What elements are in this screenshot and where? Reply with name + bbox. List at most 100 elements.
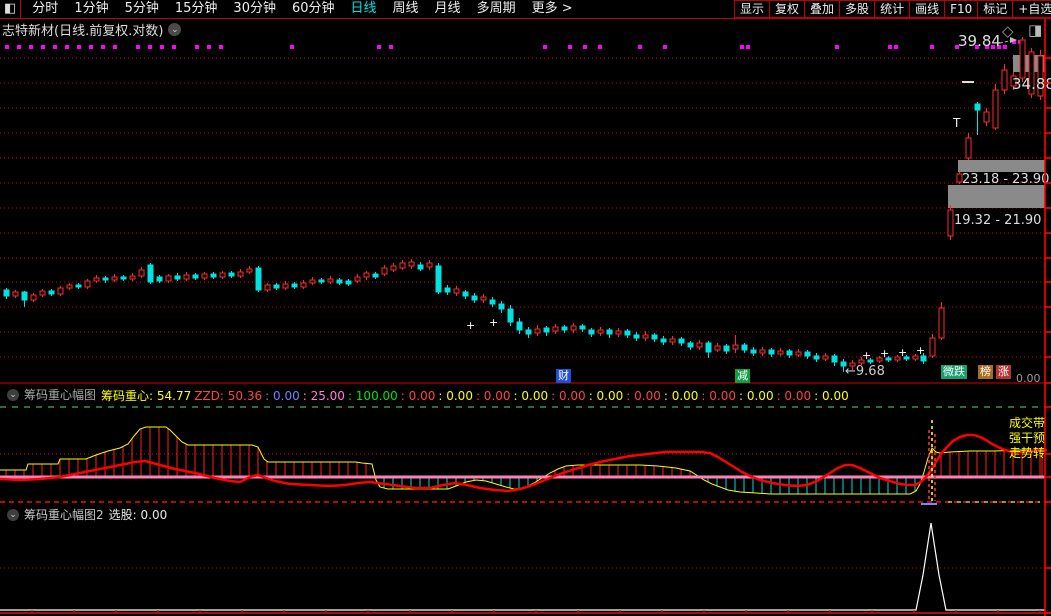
indicator-value: : 0.00 [401, 389, 436, 403]
chevron-down-icon[interactable]: ⌄ [168, 23, 181, 36]
period-item[interactable]: 5分钟 [117, 0, 167, 18]
panel1-header: ⌄ 筹码重心幅图 筹码重心: 54.77ZZD: 50.36: 0.00: 25… [2, 385, 852, 404]
right-axis [1045, 19, 1051, 616]
indicator-value: : 0.00 [626, 389, 661, 403]
t-marker: T [952, 116, 961, 130]
panel1-name[interactable]: 筹码重心幅图 [24, 386, 96, 403]
candle [454, 289, 459, 293]
period-item[interactable]: 分时 [24, 0, 66, 18]
candle [607, 330, 612, 334]
panel1-collapse-icon[interactable]: ⌄ [7, 389, 19, 401]
toolbar-button[interactable]: 标记 [977, 0, 1013, 18]
candle [769, 350, 774, 354]
indicator2-layer [0, 523, 1051, 613]
layout-toggle-icon[interactable]: ◧ [4, 0, 16, 18]
plus-marker: + [489, 316, 498, 329]
indicator-value: : 0.00 [265, 389, 300, 403]
candles-layer [4, 37, 1043, 372]
panel1-indicator-values: 筹码重心: 54.77ZZD: 50.36: 0.00: 25.00: 100.… [101, 385, 852, 404]
candle [40, 291, 45, 295]
candle [238, 272, 243, 276]
candle [67, 285, 72, 288]
candle [535, 329, 540, 333]
period-item[interactable]: 更多 > [524, 0, 581, 18]
candle [166, 276, 171, 281]
candle [85, 281, 90, 287]
period-item[interactable]: 30分钟 [225, 0, 284, 18]
stock-title: 志特新材(日线.前复权.对数) [2, 20, 163, 39]
candle [589, 330, 594, 334]
tdx-app-window: 39.8434.88←9.6823.18 - 23.9019.32 - 21.9… [0, 0, 1051, 616]
candle [130, 276, 135, 279]
panel-layout-icon[interactable]: ◨ [1028, 21, 1042, 39]
period-item[interactable]: 多周期 [469, 0, 524, 18]
candle [715, 346, 720, 350]
candle [103, 278, 108, 280]
period-item[interactable]: 周线 [385, 0, 427, 18]
candle [598, 330, 603, 333]
candle [184, 275, 189, 279]
candle [337, 280, 342, 283]
chart-badge: 涨 [996, 365, 1011, 379]
plus-marker: + [898, 346, 907, 359]
candle [436, 266, 441, 292]
candle [993, 90, 998, 128]
candle [220, 273, 225, 277]
signal-dots [5, 40, 1022, 49]
candle [202, 274, 207, 278]
candle [508, 309, 513, 322]
period-item[interactable]: 日线 [343, 0, 385, 18]
panel2-collapse-icon[interactable]: ⌄ [7, 509, 19, 521]
indicator-value: 筹码重心: 54.77 [101, 389, 191, 403]
period-item[interactable]: 15分钟 [167, 0, 226, 18]
period-item[interactable]: 1分钟 [66, 0, 116, 18]
candle [148, 265, 153, 282]
select-signal-line [0, 523, 1045, 610]
chart-canvas: 39.8434.88←9.6823.18 - 23.9019.32 - 21.9… [0, 0, 1051, 616]
candle [346, 281, 351, 284]
toolbar-button[interactable]: 多股 [839, 0, 875, 18]
candle [157, 277, 162, 281]
close-dash [962, 81, 974, 83]
candle [805, 352, 810, 356]
panel2-name[interactable]: 筹码重心幅图2 [24, 506, 104, 523]
toolbar-button[interactable]: +自选 [1012, 0, 1051, 18]
candle [400, 263, 405, 268]
toolbar-button[interactable]: 叠加 [804, 0, 840, 18]
toolbar-buttons: 显示复权叠加多股统计画线F10标记+自选 [735, 0, 1051, 18]
candle [760, 350, 765, 353]
toolbar-button[interactable]: 复权 [769, 0, 805, 18]
indicator-note: 走势转 [1009, 446, 1045, 461]
indicator-value: : 0.00 [438, 389, 473, 403]
top-toolbar: ◧ 分时1分钟5分钟15分钟30分钟60分钟日线周线月线多周期更多 > 显示复权… [0, 0, 1051, 19]
toolbar-button[interactable]: 统计 [874, 0, 910, 18]
diamond-icon[interactable]: ◇ [1002, 22, 1014, 40]
candle [679, 339, 684, 343]
candle [733, 345, 738, 349]
candle [832, 356, 837, 362]
candle [823, 356, 828, 359]
candle [175, 276, 180, 279]
select-label: 选股 [109, 508, 133, 522]
toolbar-button[interactable]: F10 [944, 0, 978, 18]
toolbar-divider [20, 0, 21, 18]
main-gridlines [0, 58, 1045, 357]
candle [571, 326, 576, 330]
candle [1020, 40, 1025, 78]
toolbar-button[interactable]: 显示 [734, 0, 770, 18]
panel1-right-annotations: 成交带强干预走势转 [1009, 416, 1045, 461]
toolbar-button[interactable]: 画线 [909, 0, 945, 18]
period-item[interactable]: 60分钟 [284, 0, 343, 18]
candle [751, 350, 756, 353]
main-annotations: 39.8434.88←9.6823.18 - 23.9019.32 - 21.9… [466, 32, 1051, 385]
indicator-value: : 0.00 [589, 389, 624, 403]
period-item[interactable]: 月线 [427, 0, 469, 18]
candle [112, 277, 117, 280]
candle [499, 304, 504, 309]
candle [634, 335, 639, 338]
candle [616, 331, 621, 334]
candle [706, 343, 711, 352]
candle [193, 275, 198, 278]
candle [382, 268, 387, 274]
candle [49, 291, 54, 294]
